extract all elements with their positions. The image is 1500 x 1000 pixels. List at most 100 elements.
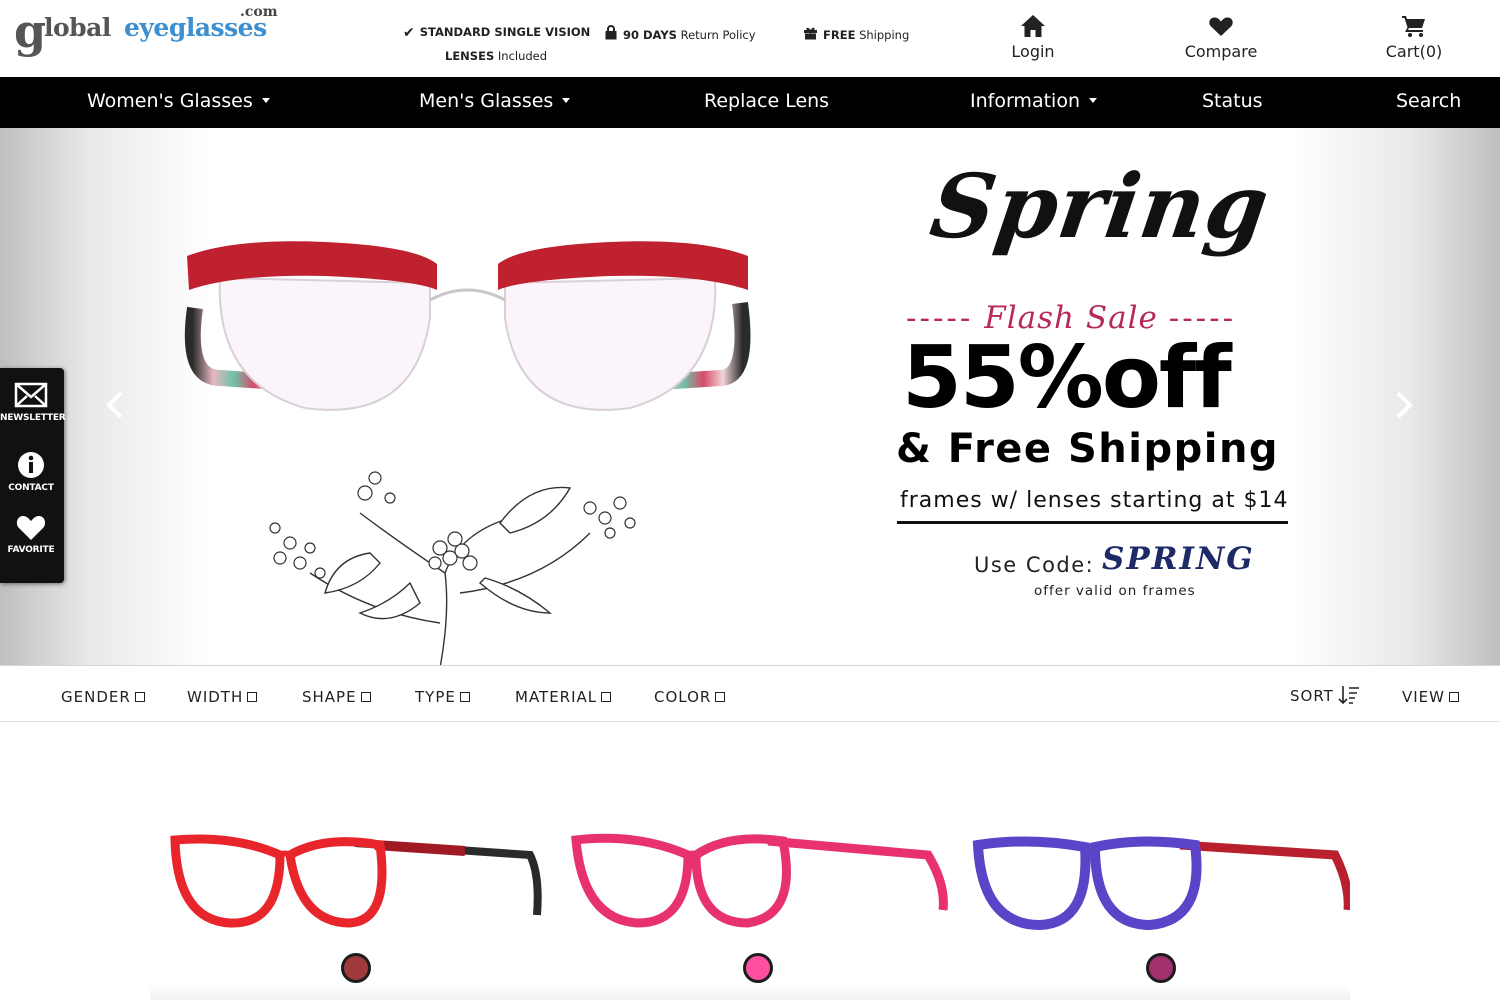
product-image-2 <box>571 833 948 928</box>
login-label: Login <box>1011 42 1055 61</box>
filter-shape-label: SHAPE <box>302 688 357 706</box>
hero-eyeglasses-image <box>184 241 751 411</box>
hero-banner[interactable]: Spring ----- Flash Sale ----- 55%off & F… <box>0 128 1500 665</box>
filter-shape[interactable]: SHAPE <box>302 688 371 706</box>
color-swatch-3[interactable] <box>1146 953 1176 983</box>
logo-eyeglasses: eyeglasses <box>124 13 267 42</box>
nav-replace-label: Replace Lens <box>704 90 830 112</box>
sort-control[interactable]: SORT <box>1290 685 1360 705</box>
heart-icon <box>16 516 46 540</box>
floral-illustration <box>269 471 636 665</box>
view-label: VIEW <box>1402 688 1445 706</box>
contact-label: CONTACT <box>8 483 54 493</box>
caret-down-icon <box>562 98 571 103</box>
color-swatch-2[interactable] <box>743 953 773 983</box>
sort-icon <box>1338 686 1359 705</box>
nav-mens-glasses[interactable]: Men's Glasses <box>419 90 571 112</box>
promo-returns-bold: 90 DAYS <box>623 28 677 42</box>
cart-link[interactable]: Cart(0) <box>1380 14 1448 61</box>
caret-down-icon <box>261 98 270 103</box>
nav-womens-glasses[interactable]: Women's Glasses <box>87 90 270 112</box>
filter-width-label: WIDTH <box>187 688 244 706</box>
product-image-1 <box>170 834 542 928</box>
heart-icon <box>1178 14 1264 40</box>
filter-gender[interactable]: GENDER <box>61 688 145 706</box>
favorite-button[interactable]: FAVORITE <box>0 512 62 555</box>
sort-label: SORT <box>1290 687 1334 705</box>
promo-free-shipping: FREE Shipping <box>803 25 909 44</box>
cart-label: Cart(0) <box>1385 42 1443 61</box>
promo-lenses-text: Included <box>494 49 548 63</box>
nav-mens-label: Men's Glasses <box>419 90 554 112</box>
view-control[interactable]: VIEW <box>1402 688 1459 706</box>
contact-button[interactable]: CONTACT <box>0 450 62 493</box>
expand-box-icon <box>360 692 371 702</box>
expand-box-icon <box>459 692 470 702</box>
nav-replace-lens[interactable]: Replace Lens <box>704 90 829 112</box>
filter-material[interactable]: MATERIAL <box>515 688 612 706</box>
offer-note: offer valid on frames <box>1034 583 1196 599</box>
main-nav: Women's Glasses Men's Glasses Replace Le… <box>0 77 1500 128</box>
carousel-prev-button[interactable] <box>103 390 127 420</box>
color-swatch-1[interactable] <box>341 953 371 983</box>
product-card-3[interactable] <box>970 815 1353 945</box>
expand-box-icon <box>247 692 258 702</box>
newsletter-label: NEWSLETTER <box>0 413 66 423</box>
product-card-1[interactable] <box>165 815 545 945</box>
filter-type[interactable]: TYPE <box>415 688 470 706</box>
nav-search-label: Search <box>1396 90 1462 112</box>
use-code-label: Use Code: <box>974 553 1095 577</box>
promo-title: Spring <box>924 154 1276 258</box>
info-icon <box>18 452 44 478</box>
logo-global: lobal <box>44 13 111 42</box>
favorite-label: FAVORITE <box>7 545 55 555</box>
filter-type-label: TYPE <box>415 688 456 706</box>
discount-text: 55%off <box>902 328 1232 428</box>
nav-womens-label: Women's Glasses <box>87 90 253 112</box>
divider <box>897 521 1288 524</box>
filter-width[interactable]: WIDTH <box>187 688 258 706</box>
promo-lenses-bold: LENSES <box>445 49 495 63</box>
promo-shipping-bold: FREE <box>823 28 856 42</box>
checkmark-icon: ✔ <box>403 25 415 41</box>
side-widget: NEWSLETTER CONTACT FAVORITE <box>0 368 66 583</box>
product-card-2[interactable] <box>568 815 948 945</box>
chevron-right-icon <box>1396 391 1413 419</box>
expand-box-icon <box>134 692 145 702</box>
promo-code: SPRING <box>1102 541 1255 577</box>
promo-returns-text: Return Policy <box>676 28 756 42</box>
caret-down-icon <box>1088 98 1097 103</box>
filter-gender-label: GENDER <box>61 688 131 706</box>
gift-icon <box>803 25 818 44</box>
site-logo[interactable]: .com g lobal eyeglasses <box>14 4 278 58</box>
carousel-next-button[interactable] <box>1392 390 1416 420</box>
compare-label: Compare <box>1184 42 1258 61</box>
compare-link[interactable]: Compare <box>1178 14 1264 61</box>
promo-single-vision: ✔ STANDARD SINGLE VISION <box>403 25 590 41</box>
filter-bar: GENDER WIDTH SHAPE TYPE MATERIAL COLOR S… <box>0 665 1500 722</box>
cart-icon <box>1380 14 1448 40</box>
nav-information[interactable]: Information <box>970 90 1097 112</box>
expand-box-icon <box>1449 692 1459 702</box>
newsletter-button[interactable]: NEWSLETTER <box>0 380 66 423</box>
product-row-shadow <box>150 985 1350 1000</box>
frames-price-text: frames w/ lenses starting at $14 <box>900 488 1289 513</box>
envelope-icon <box>14 382 48 408</box>
logo-g: g <box>14 4 47 58</box>
promo-return-policy: 90 DAYS Return Policy <box>604 25 756 44</box>
filter-color[interactable]: COLOR <box>654 688 726 706</box>
chevron-left-icon <box>106 391 123 419</box>
expand-box-icon <box>715 692 726 702</box>
filter-material-label: MATERIAL <box>515 688 598 706</box>
lock-icon <box>604 25 618 44</box>
login-link[interactable]: Login <box>1002 14 1064 61</box>
nav-information-label: Information <box>970 90 1080 112</box>
expand-box-icon <box>601 692 612 702</box>
filter-color-label: COLOR <box>654 688 712 706</box>
promo-shipping-text: Shipping <box>855 28 910 42</box>
nav-status[interactable]: Status <box>1202 90 1263 112</box>
free-shipping-text: & Free Shipping <box>896 426 1280 472</box>
promo-lenses-included: LENSES Included <box>445 49 547 63</box>
nav-status-label: Status <box>1202 90 1263 112</box>
nav-search[interactable]: Search <box>1396 90 1461 112</box>
